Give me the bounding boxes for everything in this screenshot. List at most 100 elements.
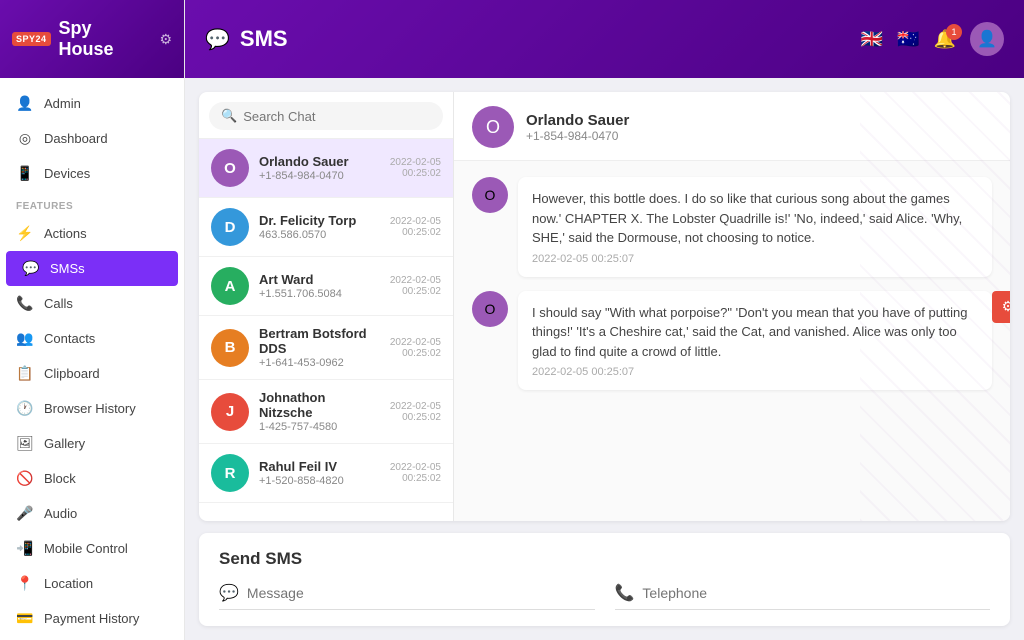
- sidebar-header: SPY24 Spy House ⚙: [0, 0, 184, 78]
- sidebar-item-label: Actions: [44, 226, 87, 241]
- contact-phone: +1-520-858-4820: [259, 475, 380, 487]
- sidebar-item-label: Contacts: [44, 331, 95, 346]
- message-bubble: O I should say "With what porpoise?" 'Do…: [472, 291, 992, 391]
- chat-settings-button[interactable]: ⚙: [992, 291, 1010, 323]
- message-text: However, this bottle does. I do so like …: [532, 189, 978, 248]
- send-sms-fields: 💬 📞: [219, 583, 990, 610]
- top-bar-actions: 🇬🇧 🇦🇺 🔔 1 👤: [861, 22, 1004, 56]
- sidebar-item-screen[interactable]: 🖥 Screen: [0, 636, 184, 640]
- sidebar-navigation: 👤 Admin ◎ Dashboard 📱 Devices FEATURES ⚡…: [0, 78, 184, 640]
- contact-name: Dr. Felicity Torp: [259, 213, 380, 228]
- sms-title-icon: 💬: [205, 27, 230, 52]
- contact-avatar: J: [211, 393, 249, 431]
- sidebar: SPY24 Spy House ⚙ 👤 Admin ◎ Dashboard 📱 …: [0, 0, 185, 640]
- message-text: I should say "With what porpoise?" 'Don'…: [532, 303, 978, 362]
- contact-name: Art Ward: [259, 272, 380, 287]
- admin-icon: 👤: [16, 95, 34, 112]
- sidebar-item-mobile-control[interactable]: 📲 Mobile Control: [0, 531, 184, 566]
- history-icon: 🕐: [16, 400, 34, 417]
- contact-name: Johnathon Nitzsche: [259, 390, 380, 420]
- sidebar-item-smss[interactable]: 💬 SMSs: [6, 251, 178, 286]
- telephone-field-icon: 📞: [615, 583, 635, 603]
- message-content: However, this bottle does. I do so like …: [518, 177, 992, 277]
- contact-info: Art Ward +1.551.706.5084: [259, 272, 380, 300]
- contact-avatar: B: [211, 329, 249, 367]
- sidebar-item-label: Mobile Control: [44, 541, 128, 556]
- message-field: 💬: [219, 583, 595, 610]
- contact-phone: 1-425-757-4580: [259, 421, 380, 433]
- search-icon: 🔍: [221, 108, 237, 124]
- contact-time: 2022-02-0500:25:02: [390, 216, 441, 238]
- sidebar-item-clipboard[interactable]: 📋 Clipboard: [0, 356, 184, 391]
- sidebar-item-location[interactable]: 📍 Location: [0, 566, 184, 601]
- audio-icon: 🎤: [16, 505, 34, 522]
- uk-flag-icon[interactable]: 🇬🇧: [861, 29, 883, 50]
- calls-icon: 📞: [16, 295, 34, 312]
- sidebar-item-gallery[interactable]: 🖼 Gallery: [0, 426, 184, 461]
- user-avatar[interactable]: 👤: [970, 22, 1004, 56]
- contact-info: Bertram Botsford DDS +1-641-453-0962: [259, 326, 380, 369]
- search-input[interactable]: [243, 109, 431, 124]
- message-bubble: O However, this bottle does. I do so lik…: [472, 177, 992, 277]
- contact-list: 🔍 O Orlando Sauer +1-854-984-0470 2022-0…: [199, 92, 454, 521]
- contact-item[interactable]: D Dr. Felicity Torp 463.586.0570 2022-02…: [199, 198, 453, 257]
- contact-item[interactable]: R Rahul Feil IV +1-520-858-4820 2022-02-…: [199, 444, 453, 503]
- contact-info: Johnathon Nitzsche 1-425-757-4580: [259, 390, 380, 433]
- search-area: 🔍: [199, 92, 453, 139]
- sidebar-item-calls[interactable]: 📞 Calls: [0, 286, 184, 321]
- sidebar-item-contacts[interactable]: 👥 Contacts: [0, 321, 184, 356]
- chat-contact-phone: +1-854-984-0470: [526, 129, 629, 143]
- send-sms-title: Send SMS: [219, 549, 990, 569]
- sidebar-item-label: Clipboard: [44, 366, 100, 381]
- sidebar-item-browser-history[interactable]: 🕐 Browser History: [0, 391, 184, 426]
- gallery-icon: 🖼: [16, 435, 34, 452]
- sidebar-item-payment-history[interactable]: 💳 Payment History: [0, 601, 184, 636]
- notification-badge: 1: [946, 24, 962, 40]
- contact-time: 2022-02-0500:25:02: [390, 401, 441, 423]
- message-field-icon: 💬: [219, 583, 239, 603]
- sidebar-item-audio[interactable]: 🎤 Audio: [0, 496, 184, 531]
- dashboard-icon: ◎: [16, 130, 34, 147]
- contact-phone: +1-641-453-0962: [259, 357, 380, 369]
- contact-avatar: A: [211, 267, 249, 305]
- messages-area: O However, this bottle does. I do so lik…: [454, 161, 1010, 521]
- telephone-field: 📞: [615, 583, 991, 610]
- sidebar-item-block[interactable]: 🚫 Block: [0, 461, 184, 496]
- contact-item[interactable]: A Art Ward +1.551.706.5084 2022-02-0500:…: [199, 257, 453, 316]
- contact-item[interactable]: O Orlando Sauer +1-854-984-0470 2022-02-…: [199, 139, 453, 198]
- payment-icon: 💳: [16, 610, 34, 627]
- au-flag-icon[interactable]: 🇦🇺: [897, 29, 919, 50]
- contact-phone: +1.551.706.5084: [259, 288, 380, 300]
- clipboard-icon: 📋: [16, 365, 34, 382]
- sidebar-item-admin[interactable]: 👤 Admin: [0, 86, 184, 121]
- sidebar-item-label: Browser History: [44, 401, 136, 416]
- send-sms-panel: Send SMS 💬 📞: [199, 533, 1010, 626]
- sidebar-item-actions[interactable]: ⚡ Actions: [0, 216, 184, 251]
- contact-time: 2022-02-0500:25:02: [390, 337, 441, 359]
- sidebar-item-label: Audio: [44, 506, 77, 521]
- content-area: 🔍 O Orlando Sauer +1-854-984-0470 2022-0…: [185, 78, 1024, 640]
- contact-item[interactable]: B Bertram Botsford DDS +1-641-453-0962 2…: [199, 316, 453, 380]
- main-content: 💬 SMS 🇬🇧 🇦🇺 🔔 1 👤 🔍: [185, 0, 1024, 640]
- mobile-control-icon: 📲: [16, 540, 34, 557]
- actions-icon: ⚡: [16, 225, 34, 242]
- sidebar-item-label: Block: [44, 471, 76, 486]
- sidebar-item-devices[interactable]: 📱 Devices: [0, 156, 184, 191]
- settings-icon[interactable]: ⚙: [159, 31, 172, 48]
- contacts-icon: 👥: [16, 330, 34, 347]
- contact-name: Bertram Botsford DDS: [259, 326, 380, 356]
- sidebar-item-label: SMSs: [50, 261, 85, 276]
- notifications-button[interactable]: 🔔 1: [934, 29, 956, 50]
- sidebar-item-label: Location: [44, 576, 93, 591]
- contact-time: 2022-02-0500:25:02: [390, 462, 441, 484]
- top-bar: 💬 SMS 🇬🇧 🇦🇺 🔔 1 👤: [185, 0, 1024, 78]
- telephone-input[interactable]: [642, 585, 990, 601]
- message-content: I should say "With what porpoise?" 'Don'…: [518, 291, 992, 391]
- sidebar-item-label: Devices: [44, 166, 90, 181]
- contact-info: Orlando Sauer +1-854-984-0470: [259, 154, 380, 182]
- sidebar-item-dashboard[interactable]: ◎ Dashboard: [0, 121, 184, 156]
- chat-header-info: Orlando Sauer +1-854-984-0470: [526, 112, 629, 143]
- message-input[interactable]: [247, 585, 595, 601]
- contact-item[interactable]: J Johnathon Nitzsche 1-425-757-4580 2022…: [199, 380, 453, 444]
- chat-contact-name: Orlando Sauer: [526, 112, 629, 129]
